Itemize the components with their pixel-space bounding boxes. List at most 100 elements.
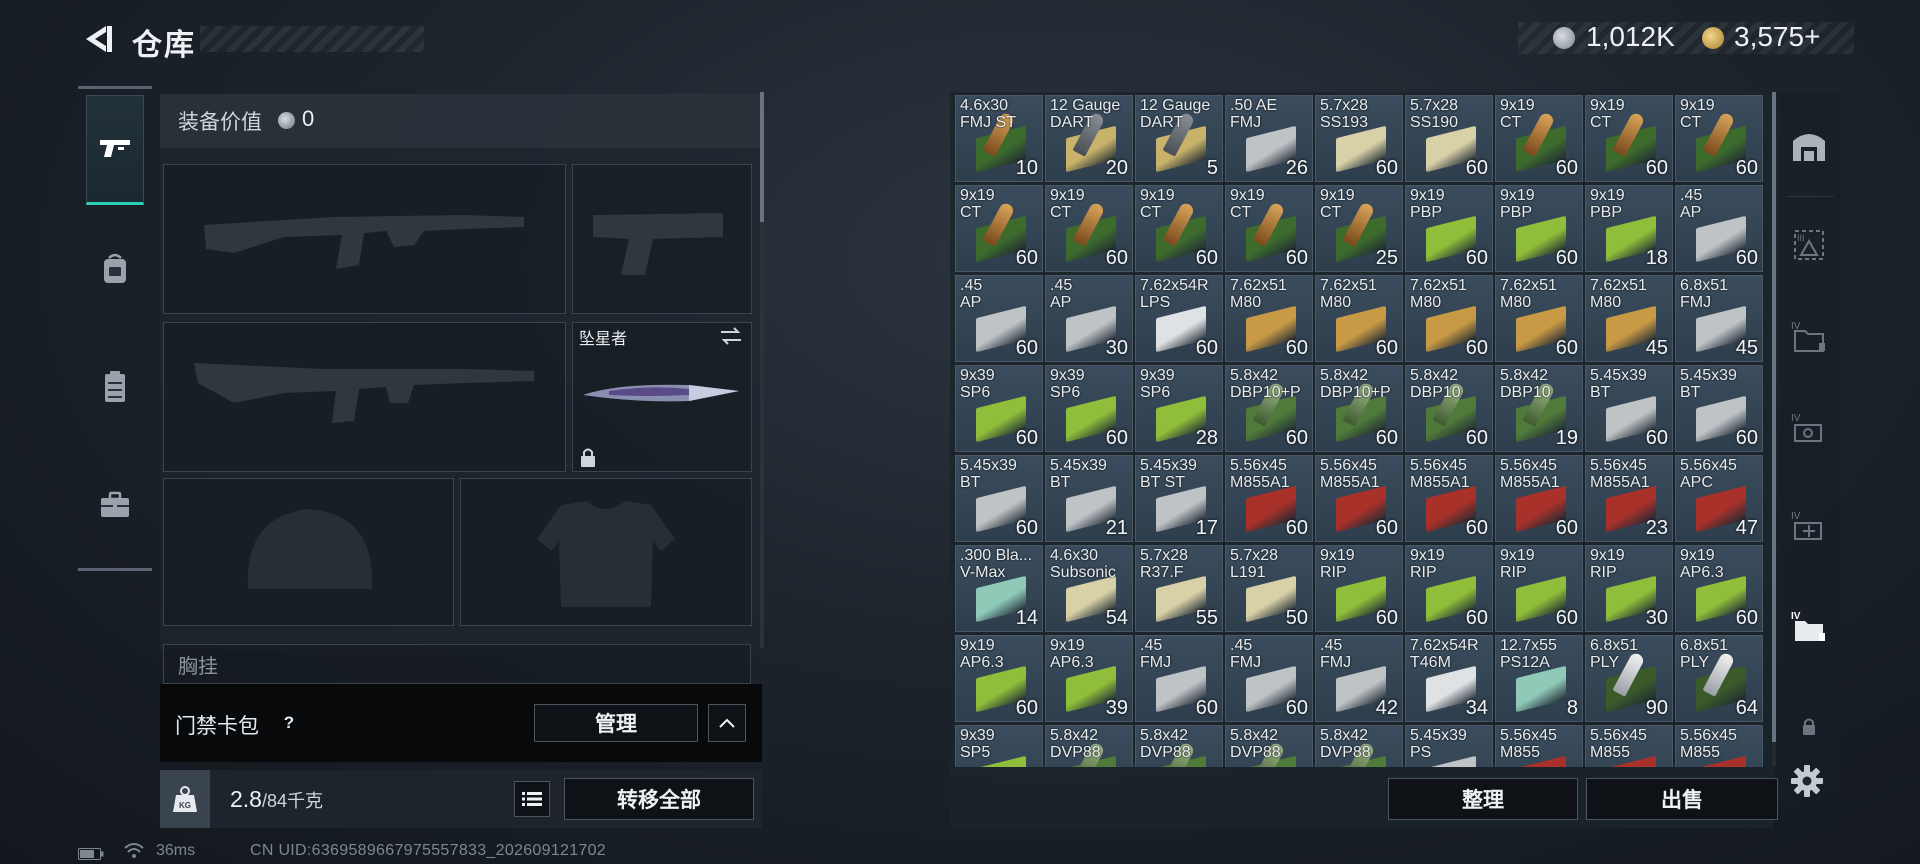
stash-item-cell[interactable]: 5.56x45 M855A1 60: [1405, 455, 1493, 542]
sidebar-item-stash-page-4b[interactable]: IV: [1782, 402, 1836, 456]
currency-premium-value[interactable]: 3,575+: [1734, 21, 1820, 53]
stash-item-cell[interactable]: 5.8x42 DBP10 19: [1495, 365, 1583, 452]
equipment-scrollbar-thumb[interactable]: [760, 92, 764, 222]
stash-item-cell[interactable]: 5.56x45 M855A1 23: [1585, 455, 1673, 542]
stash-item-cell[interactable]: 5.8x42 DBP10+P 60: [1225, 365, 1313, 452]
transfer-all-button[interactable]: 转移全部: [564, 778, 754, 820]
stash-item-cell[interactable]: .45 FMJ 60: [1135, 635, 1223, 722]
stash-scrollbar-thumb[interactable]: [1772, 92, 1776, 742]
stash-item-cell[interactable]: 7.62x54R T46M 34: [1405, 635, 1493, 722]
stash-item-cell[interactable]: 12 Gauge DART 5: [1135, 95, 1223, 182]
stash-item-cell[interactable]: 9x19 AP6.3 60: [955, 635, 1043, 722]
stash-item-cell[interactable]: 5.8x42 DVP88: [1315, 725, 1403, 767]
stash-item-cell[interactable]: 5.8x42 DBP10+P 60: [1315, 365, 1403, 452]
stash-item-cell[interactable]: 5.56x45 M855: [1675, 725, 1763, 767]
stash-item-cell[interactable]: 5.7x28 SS193 60: [1315, 95, 1403, 182]
stash-item-cell[interactable]: 5.45x39 BT 60: [955, 455, 1043, 542]
secondary-weapon-slot[interactable]: [163, 322, 566, 472]
stash-item-cell[interactable]: 5.45x39 BT 60: [1675, 365, 1763, 452]
sidearm-slot[interactable]: [572, 164, 752, 314]
stash-item-cell[interactable]: 9x19 PBP 18: [1585, 185, 1673, 272]
stash-item-cell[interactable]: .50 AE FMJ 26: [1225, 95, 1313, 182]
sidebar-item-stash-page-3[interactable]: III: [1782, 218, 1836, 272]
sort-button[interactable]: 整理: [1388, 778, 1578, 820]
gear-icon[interactable]: [1790, 764, 1824, 798]
stash-item-cell[interactable]: 9x19 CT 60: [1225, 185, 1313, 272]
stash-item-cell[interactable]: 5.45x39 PS: [1405, 725, 1493, 767]
tab-chest-rig[interactable]: [86, 332, 144, 442]
helmet-slot[interactable]: [163, 478, 454, 626]
stash-item-cell[interactable]: 5.8x42 DVP88: [1045, 725, 1133, 767]
stash-item-cell[interactable]: 7.62x51 M80 60: [1225, 275, 1313, 362]
stash-item-cell[interactable]: 7.62x51 M80 45: [1585, 275, 1673, 362]
body-armor-slot[interactable]: [460, 478, 752, 626]
stash-item-cell[interactable]: 9x19 RIP 60: [1405, 545, 1493, 632]
sidebar-item-stash-page-4d[interactable]: IV: [1782, 600, 1836, 654]
sidebar-item-stash-page-4c[interactable]: IV: [1782, 500, 1836, 554]
sidebar-item-locked[interactable]: [1782, 700, 1836, 752]
stash-item-cell[interactable]: 9x39 SP6 60: [955, 365, 1043, 452]
stash-item-cell[interactable]: .45 FMJ 60: [1225, 635, 1313, 722]
stash-item-cell[interactable]: 5.7x28 R37.F 55: [1135, 545, 1223, 632]
stash-item-cell[interactable]: 6.8x51 PLY 64: [1675, 635, 1763, 722]
stash-item-cell[interactable]: 5.56x45 M855: [1495, 725, 1583, 767]
tab-safe-case[interactable]: [86, 450, 144, 560]
stash-item-cell[interactable]: 4.6x30 Subsonic 54: [1045, 545, 1133, 632]
stash-item-cell[interactable]: 5.45x39 BT 60: [1585, 365, 1673, 452]
sidebar-item-stash-page-4a[interactable]: IV: [1782, 310, 1836, 364]
stash-item-cell[interactable]: 7.62x51 M80 60: [1405, 275, 1493, 362]
stash-item-cell[interactable]: 9x39 SP6 28: [1135, 365, 1223, 452]
stash-item-cell[interactable]: 5.45x39 BT ST 17: [1135, 455, 1223, 542]
collapse-button[interactable]: [708, 704, 746, 742]
primary-weapon-slot[interactable]: [163, 164, 566, 314]
stash-item-cell[interactable]: 9x19 CT 60: [1495, 95, 1583, 182]
stash-item-cell[interactable]: 9x19 PBP 60: [1405, 185, 1493, 272]
stash-item-cell[interactable]: 7.62x51 M80 60: [1315, 275, 1403, 362]
stash-item-cell[interactable]: 12.7x55 PS12A 8: [1495, 635, 1583, 722]
stash-item-cell[interactable]: 9x39 SP6 60: [1045, 365, 1133, 452]
stash-item-cell[interactable]: 5.7x28 L191 50: [1225, 545, 1313, 632]
stash-item-cell[interactable]: 5.8x42 DVP88: [1135, 725, 1223, 767]
tab-backpack[interactable]: [86, 214, 144, 324]
stash-item-cell[interactable]: 9x19 CT 60: [955, 185, 1043, 272]
stash-item-cell[interactable]: .300 Bla... V-Max 14: [955, 545, 1043, 632]
stash-item-cell[interactable]: .45 AP 60: [1675, 185, 1763, 272]
stash-grid[interactable]: 4.6x30 FMJ ST 10 12 Gauge DART 20 12 Gauge D…: [955, 95, 1765, 767]
stash-item-cell[interactable]: 9x19 CT 25: [1315, 185, 1403, 272]
stash-item-cell[interactable]: 7.62x54R LPS 60: [1135, 275, 1223, 362]
stash-item-cell[interactable]: 5.56x45 M855A1 60: [1315, 455, 1403, 542]
stash-item-cell[interactable]: .45 AP 30: [1045, 275, 1133, 362]
stash-item-cell[interactable]: 5.56x45 APC 47: [1675, 455, 1763, 542]
stash-item-cell[interactable]: 7.62x51 M80 60: [1495, 275, 1583, 362]
swap-icon[interactable]: [718, 326, 744, 346]
help-icon[interactable]: ?: [276, 710, 302, 736]
stash-item-cell[interactable]: 9x19 AP6.3 39: [1045, 635, 1133, 722]
list-view-button[interactable]: [514, 781, 550, 817]
sidebar-item-stash[interactable]: [1782, 118, 1836, 172]
stash-item-cell[interactable]: 9x19 CT 60: [1135, 185, 1223, 272]
stash-item-cell[interactable]: .45 AP 60: [955, 275, 1043, 362]
stash-item-cell[interactable]: 9x19 CT 60: [1675, 95, 1763, 182]
stash-item-cell[interactable]: 9x19 PBP 60: [1495, 185, 1583, 272]
stash-item-cell[interactable]: 9x19 RIP 30: [1585, 545, 1673, 632]
stash-item-cell[interactable]: 5.45x39 BT 21: [1045, 455, 1133, 542]
stash-item-cell[interactable]: 9x19 RIP 60: [1495, 545, 1583, 632]
stash-item-cell[interactable]: 9x39 SP5: [955, 725, 1043, 767]
stash-item-cell[interactable]: 4.6x30 FMJ ST 10: [955, 95, 1043, 182]
stash-item-cell[interactable]: 5.7x28 SS190 60: [1405, 95, 1493, 182]
sell-button[interactable]: 出售: [1586, 778, 1778, 820]
stash-item-cell[interactable]: 5.56x45 M855A1 60: [1495, 455, 1583, 542]
stash-item-cell[interactable]: 5.56x45 M855: [1585, 725, 1673, 767]
stash-item-cell[interactable]: 9x19 CT 60: [1045, 185, 1133, 272]
stash-item-cell[interactable]: 12 Gauge DART 20: [1045, 95, 1133, 182]
stash-item-cell[interactable]: 5.8x42 DBP10 60: [1405, 365, 1493, 452]
stash-item-cell[interactable]: .45 FMJ 42: [1315, 635, 1403, 722]
tab-weapons[interactable]: [86, 95, 144, 205]
stash-item-cell[interactable]: 9x19 AP6.3 60: [1675, 545, 1763, 632]
back-arrow-icon[interactable]: [80, 22, 114, 56]
stash-item-cell[interactable]: 9x19 RIP 60: [1315, 545, 1403, 632]
stash-item-cell[interactable]: 5.56x45 M855A1 60: [1225, 455, 1313, 542]
manage-button[interactable]: 管理: [534, 704, 698, 742]
stash-item-cell[interactable]: 5.8x42 DVP88: [1225, 725, 1313, 767]
stash-item-cell[interactable]: 9x19 CT 60: [1585, 95, 1673, 182]
